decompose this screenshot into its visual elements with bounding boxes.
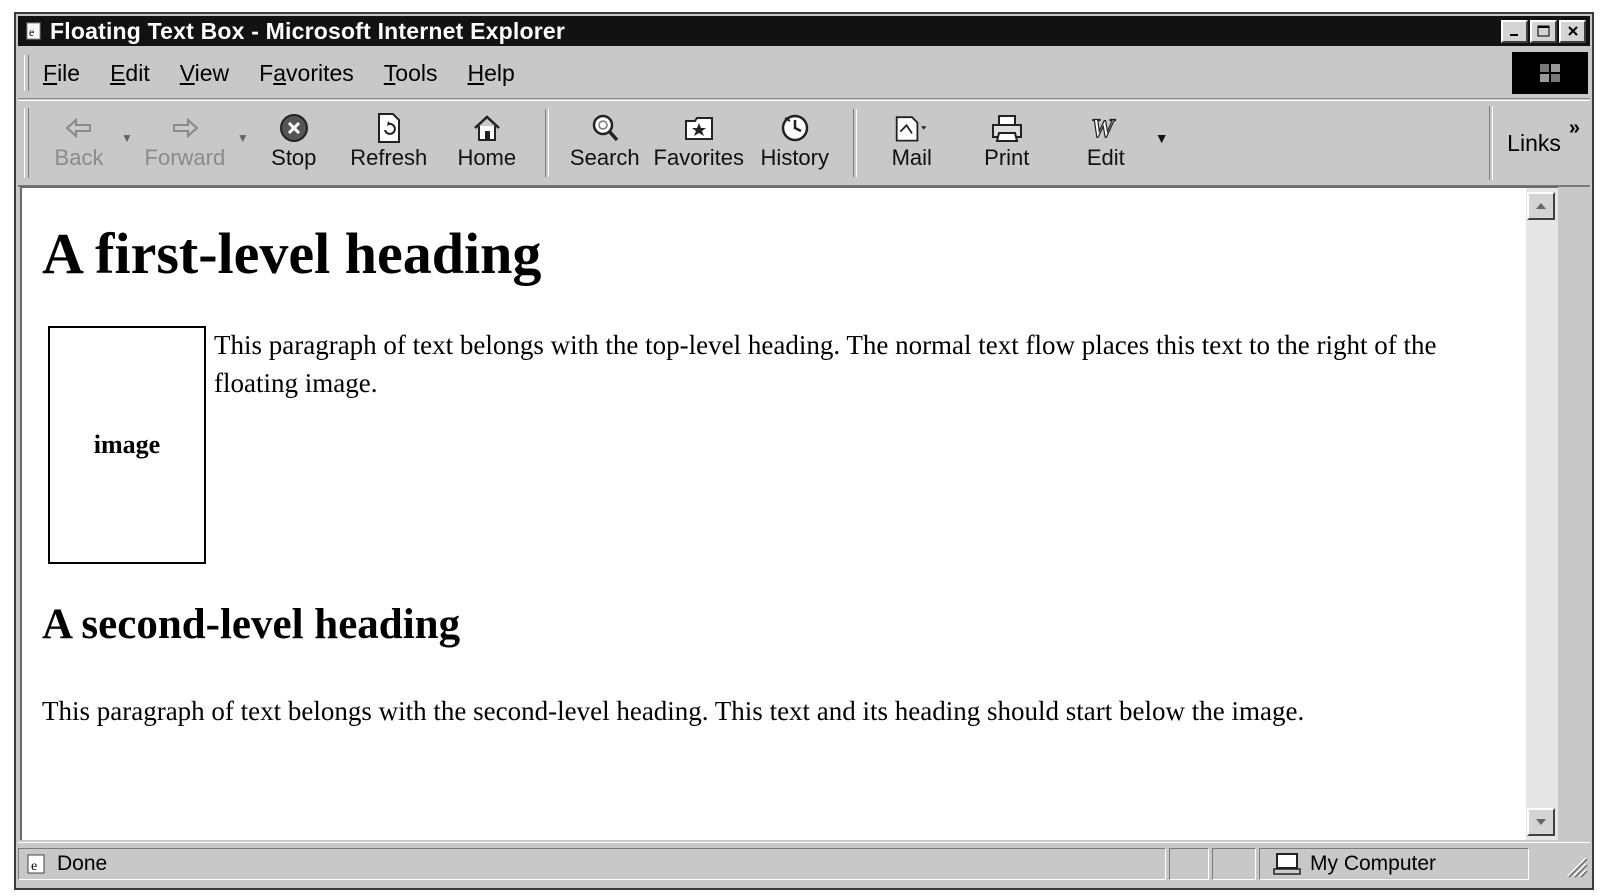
edit-dropdown-arrow[interactable]: ▼ [1155, 130, 1169, 146]
computer-icon [1273, 853, 1301, 875]
page-icon: e [24, 21, 44, 41]
print-button[interactable]: Print [957, 101, 1057, 185]
arrow-right-icon [167, 111, 203, 145]
edit-label: Edit [1086, 145, 1125, 170]
back-label: Back [54, 145, 104, 170]
close-button[interactable] [1559, 19, 1586, 43]
close-icon [1567, 26, 1578, 36]
links-area: Links » [1489, 101, 1590, 185]
forward-dropdown-arrow[interactable]: ▼ [237, 131, 249, 145]
first-paragraph: This paragraph of text belongs with the … [214, 330, 1437, 398]
favorites-button[interactable]: Favorites [651, 101, 747, 185]
stop-icon [276, 111, 312, 145]
resize-grip-icon[interactable] [1560, 850, 1588, 878]
stop-label: Stop [271, 145, 317, 170]
menu-help[interactable]: Help [467, 60, 514, 87]
toolbar-separator [544, 109, 549, 177]
status-panel: e Done [18, 848, 1166, 880]
history-label: History [760, 145, 829, 170]
image-label: image [93, 430, 161, 459]
standard-toolbar: Back ▼ Forward ▼ Stop Refresh Home Searc… [18, 100, 1590, 187]
page-content: A first-level heading image This paragra… [20, 186, 1526, 840]
search-button[interactable]: Search [559, 101, 651, 185]
printer-icon [989, 111, 1025, 145]
scroll-up-button[interactable] [1527, 192, 1555, 220]
maximize-button[interactable] [1530, 19, 1557, 43]
window-title: Floating Text Box - Microsoft Internet E… [50, 17, 566, 44]
svg-text:e: e [31, 859, 37, 874]
scroll-up-icon [1536, 203, 1546, 209]
favorites-label: Favorites [653, 145, 745, 170]
mail-icon [894, 111, 930, 145]
menu-tools[interactable]: Tools [384, 60, 438, 87]
edit-button[interactable]: W Edit [1057, 101, 1155, 185]
svg-text:W: W [1091, 114, 1116, 143]
menu-file[interactable]: File [43, 60, 80, 87]
title-bar: e Floating Text Box - Microsoft Internet… [18, 16, 1590, 46]
arrow-left-icon [61, 111, 97, 145]
menubar-grip[interactable] [24, 55, 29, 91]
page-icon: e [27, 854, 45, 874]
edit-icon: W [1088, 111, 1124, 145]
refresh-icon [371, 111, 407, 145]
home-button[interactable]: Home [439, 101, 535, 185]
back-button[interactable]: Back [37, 101, 121, 185]
scroll-down-button[interactable] [1527, 808, 1555, 836]
refresh-label: Refresh [350, 145, 428, 170]
vertical-scrollbar[interactable] [1526, 186, 1558, 840]
links-button[interactable]: Links [1507, 130, 1561, 157]
status-text: Done [57, 852, 108, 875]
history-button[interactable]: History [747, 101, 843, 185]
back-dropdown-arrow[interactable]: ▼ [121, 131, 133, 145]
windows-logo [1512, 52, 1588, 94]
zone-panel: My Computer [1259, 848, 1529, 880]
minimize-icon [1509, 34, 1518, 36]
status-bar: e Done My Computer [18, 842, 1590, 885]
forward-label: Forward [144, 145, 226, 170]
browser-window: e Floating Text Box - Microsoft Internet… [14, 12, 1594, 890]
home-icon [469, 111, 505, 145]
search-label: Search [569, 145, 640, 170]
status-cell [1169, 848, 1209, 880]
mail-button[interactable]: Mail [867, 101, 957, 185]
menu-view[interactable]: View [180, 60, 229, 87]
toolbar-grip[interactable] [24, 108, 29, 178]
mail-label: Mail [891, 145, 932, 170]
print-label: Print [984, 145, 1030, 170]
minimize-button[interactable] [1501, 19, 1528, 43]
history-icon [777, 111, 813, 145]
floating-image: image [48, 326, 206, 564]
second-paragraph: This paragraph of text belongs with the … [42, 696, 1305, 726]
first-level-heading: A first-level heading [42, 221, 542, 286]
favorites-icon [681, 111, 717, 145]
svg-text:e: e [29, 25, 34, 39]
stop-button[interactable]: Stop [249, 101, 339, 185]
links-separator [1489, 106, 1494, 180]
home-label: Home [457, 145, 517, 170]
status-cell [1212, 848, 1256, 880]
second-level-heading: A second-level heading [42, 601, 461, 648]
maximize-icon [1537, 25, 1550, 37]
menu-bar: File Edit View Favorites Tools Help [18, 48, 1590, 99]
zone-text: My Computer [1310, 852, 1437, 875]
menu-favorites[interactable]: Favorites [259, 60, 354, 87]
window-controls [1501, 19, 1586, 43]
links-chevron-icon[interactable]: » [1569, 117, 1580, 140]
toolbar-separator [852, 109, 857, 177]
windows-flag-icon [1540, 64, 1560, 82]
forward-button[interactable]: Forward [133, 101, 237, 185]
refresh-button[interactable]: Refresh [339, 101, 439, 185]
menu-edit[interactable]: Edit [110, 60, 150, 87]
scroll-down-icon [1536, 819, 1546, 825]
search-icon [587, 111, 623, 145]
